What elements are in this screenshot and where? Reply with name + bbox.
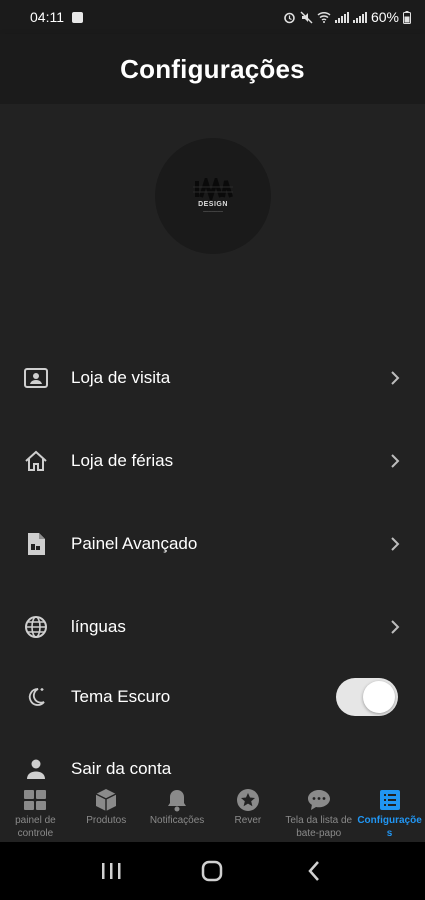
nav-item-configuracoes[interactable]: Configuraçõe s	[354, 786, 425, 842]
nav-item-notificacoes[interactable]: Notificações	[142, 786, 213, 842]
bell-icon	[164, 788, 190, 812]
moon-icon	[23, 684, 49, 710]
menu-item-label: Loja de visita	[71, 368, 171, 387]
nav-item-painel-de-controle[interactable]: painel de controle	[0, 786, 71, 842]
status-time: 04:11	[30, 9, 64, 25]
profile-avatar[interactable]: DESIGN ───────	[155, 138, 271, 254]
home-circle-icon	[202, 860, 223, 882]
battery-icon	[403, 10, 411, 24]
dark-theme-toggle[interactable]	[336, 678, 398, 716]
back-button[interactable]	[294, 851, 334, 891]
dashboard-icon	[22, 788, 48, 812]
globe-icon	[23, 614, 49, 640]
wifi-icon	[317, 11, 331, 23]
nav-item-produtos[interactable]: Produtos	[71, 786, 142, 842]
settings-content: DESIGN ─────── Loja de visita Loja de fé…	[0, 104, 425, 786]
menu-item-loja-de-visita[interactable]: Loja de visita	[0, 350, 425, 406]
menu-item-label: Loja de férias	[71, 451, 174, 470]
recent-apps-icon	[101, 863, 121, 879]
app-header: Configurações	[0, 34, 425, 104]
nav-item-tela-da-lista-de-bate-papo[interactable]: Tela da lista de bate-papo	[283, 786, 354, 842]
home-icon	[23, 448, 49, 474]
chevron-right-icon	[391, 620, 400, 634]
logo-text: DESIGN	[198, 201, 228, 208]
list-icon	[377, 788, 403, 812]
document-icon	[23, 531, 49, 557]
signal-2-icon	[352, 11, 367, 23]
chat-icon	[306, 788, 332, 812]
menu-item-label: Painel Avançado	[71, 534, 198, 553]
menu-item-loja-de-ferias[interactable]: Loja de férias	[0, 433, 425, 489]
mute-icon	[300, 11, 313, 23]
recent-apps-button[interactable]	[91, 851, 131, 891]
nav-label: Notificações	[149, 815, 205, 826]
contact-card-icon	[23, 365, 49, 391]
chevron-right-icon	[391, 537, 400, 551]
home-button[interactable]	[192, 851, 232, 891]
nav-label: Produtos	[86, 815, 127, 826]
signal-icon	[334, 11, 349, 23]
status-bar: 04:11 60%	[0, 0, 425, 34]
menu-item-tema-escuro: Tema Escuro	[0, 669, 425, 725]
nav-label: Rever	[234, 815, 262, 826]
menu-item-linguas[interactable]: línguas	[0, 599, 425, 655]
menu-item-label: Tema Escuro	[71, 687, 171, 706]
alarm-icon	[284, 12, 295, 23]
star-icon	[235, 788, 261, 812]
bottom-nav: painel de controle Produtos Notificações…	[0, 786, 425, 842]
nav-item-rever[interactable]: Rever	[212, 786, 283, 842]
chevron-right-icon	[391, 371, 400, 385]
menu-item-sair-da-conta[interactable]: Sair da conta	[0, 741, 425, 786]
nav-label: painel de controle	[15, 815, 56, 839]
back-icon	[308, 861, 320, 881]
page-title: Configurações	[120, 53, 305, 84]
logo-mark-icon	[193, 178, 233, 200]
menu-item-painel-avancado[interactable]: Painel Avançado	[0, 516, 425, 572]
menu-item-label: Sair da conta	[71, 759, 172, 778]
logo-underline: ───────	[203, 209, 223, 214]
box-icon	[93, 788, 119, 812]
chevron-right-icon	[391, 454, 400, 468]
gallery-notification-icon	[72, 11, 83, 23]
nav-label: Tela da lista de bate-papo	[285, 815, 353, 839]
nav-label: Configuraçõe s	[357, 815, 422, 839]
person-icon	[23, 756, 49, 782]
toggle-knob	[363, 681, 395, 713]
system-nav-bar	[0, 842, 425, 900]
battery-text: 60%	[370, 9, 399, 25]
menu-item-label: línguas	[71, 617, 126, 636]
